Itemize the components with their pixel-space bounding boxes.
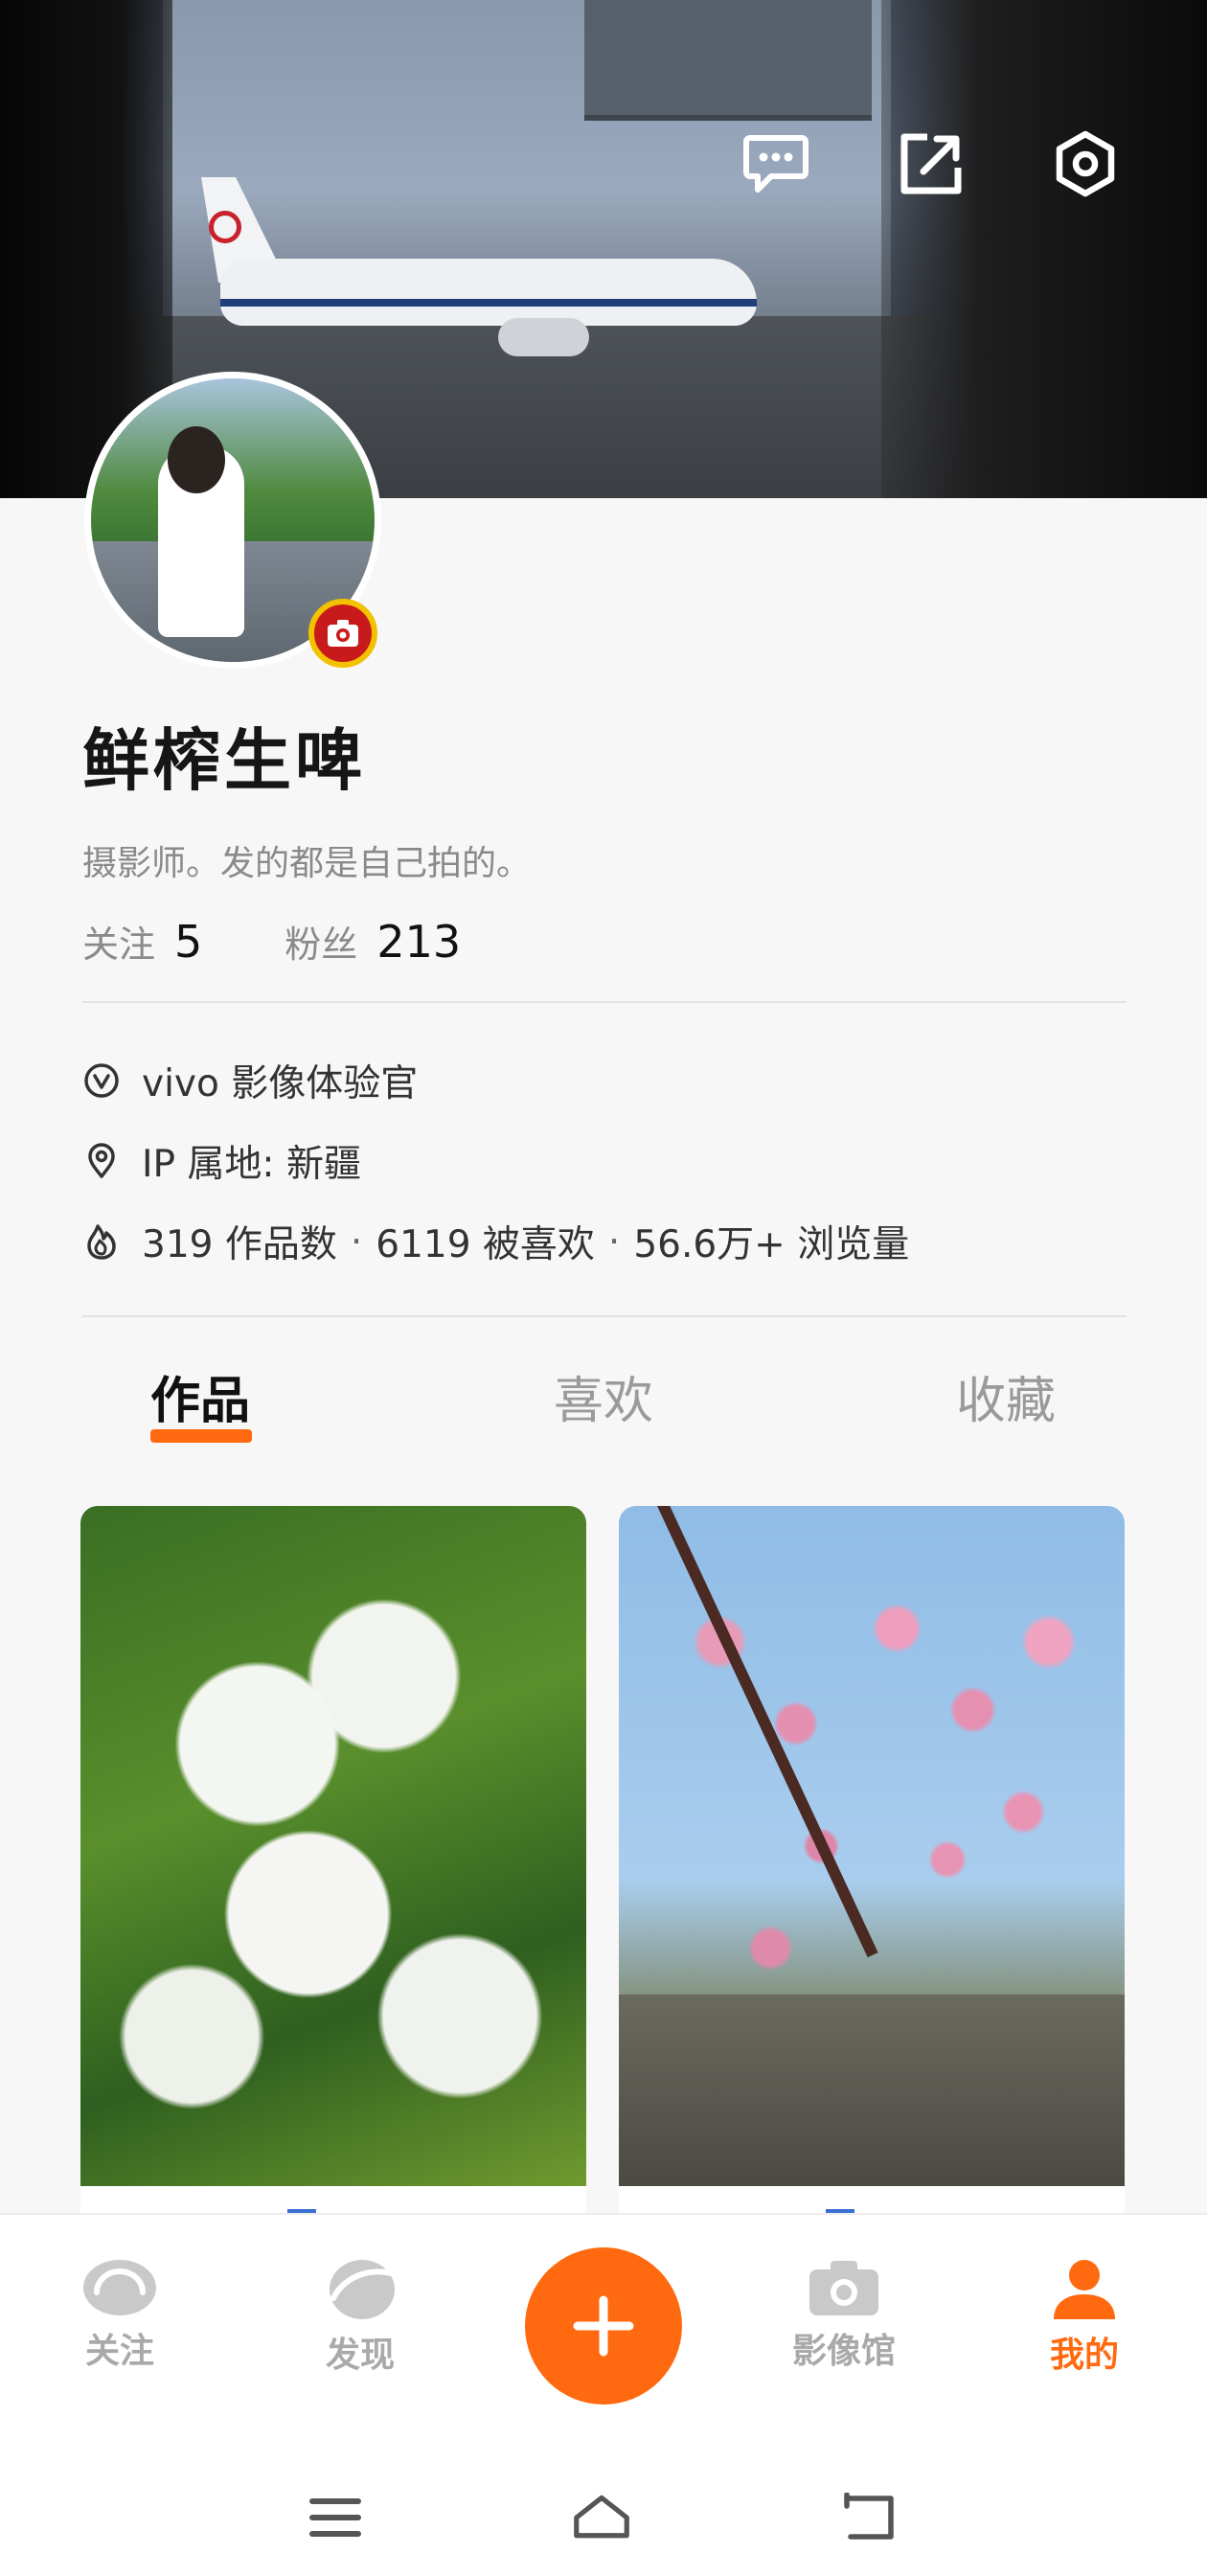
back-icon[interactable] [839, 2489, 897, 2546]
followers-count: 213 [376, 916, 462, 968]
vivo-badge-icon [84, 1063, 119, 1098]
person-icon [1054, 2260, 1115, 2319]
nav-me[interactable]: 我的 [1017, 2258, 1151, 2377]
cover-plane-body [220, 259, 757, 326]
photographer-badge [308, 599, 377, 668]
work-thumbnail[interactable] [80, 1506, 586, 2186]
likes-count: 6119 被喜欢 [376, 1223, 595, 1266]
views-count: 56.6万+ 浏览量 [633, 1223, 910, 1266]
nav-gallery[interactable]: 影像馆 [777, 2258, 911, 2373]
location-pin-icon [88, 1143, 115, 1178]
flame-icon [87, 1224, 116, 1260]
camera-icon [809, 2261, 878, 2315]
badge-text: vivo 影像体验官 [142, 1062, 419, 1106]
followers-label: 粉丝 [285, 923, 358, 966]
settings-icon[interactable] [1049, 127, 1122, 200]
menu-icon[interactable] [307, 2489, 364, 2546]
info-stats-row: 319 作品数 · 6119 被喜欢 · 56.6万+ 浏览量 [82, 1215, 909, 1268]
nav-label: 我的 [1049, 2336, 1119, 2375]
share-icon[interactable] [895, 127, 968, 200]
follow-icon [83, 2260, 156, 2315]
tab-likes[interactable]: 喜欢 [554, 1360, 653, 1432]
camera-badge-icon [328, 620, 358, 647]
photo-branch [657, 1506, 878, 1958]
cover-tail-logo [209, 211, 241, 243]
nav-follow[interactable]: 关注 [53, 2258, 187, 2373]
work-card-footer [80, 2186, 586, 2215]
avatar-head [168, 426, 225, 493]
tab-active-indicator [150, 1429, 252, 1443]
nav-discover[interactable]: 发现 [293, 2258, 427, 2377]
separator-dot: · [350, 1220, 363, 1264]
nav-label: 影像馆 [791, 2332, 896, 2371]
info-location-row: IP 属地: 新疆 [82, 1134, 361, 1188]
photo-building [619, 1995, 1125, 2186]
nav-label: 关注 [84, 2332, 154, 2371]
system-nav-bar [0, 2452, 1207, 2576]
profile-stats: 关注 5 粉丝 213 [82, 915, 461, 968]
nav-label: 发现 [325, 2336, 395, 2375]
following-stat[interactable]: 关注 5 [82, 915, 202, 968]
works-count: 319 作品数 [142, 1223, 337, 1266]
create-post-button[interactable] [525, 2247, 682, 2405]
cover-jetway [584, 0, 872, 121]
ip-location-text: IP 属地: 新疆 [142, 1143, 361, 1186]
profile-name: 鲜榨生啤 [82, 721, 366, 800]
followers-stat[interactable]: 粉丝 213 [285, 915, 461, 968]
message-icon[interactable] [740, 127, 812, 200]
profile-bio: 摄影师。发的都是自己拍的。 [82, 844, 532, 883]
tab-works[interactable]: 作品 [150, 1360, 250, 1432]
following-label: 关注 [82, 923, 156, 966]
following-count: 5 [174, 916, 203, 968]
cover-plane-stripe [220, 299, 757, 307]
divider [82, 1001, 1127, 1003]
divider [82, 1315, 1127, 1317]
cover-window-frame-right [881, 0, 1207, 498]
bottom-nav: 关注 发现 影像馆 我的 [0, 2213, 1207, 2454]
cover-plane-engine [498, 318, 589, 356]
plus-icon [573, 2295, 634, 2357]
discover-icon [330, 2260, 395, 2319]
separator-dot: · [607, 1220, 621, 1264]
tab-favorites[interactable]: 收藏 [956, 1360, 1056, 1432]
work-card-footer [619, 2186, 1125, 2215]
home-icon[interactable] [573, 2489, 630, 2546]
info-badge-row[interactable]: vivo 影像体验官 [82, 1054, 418, 1107]
work-thumbnail[interactable] [619, 1506, 1125, 2186]
